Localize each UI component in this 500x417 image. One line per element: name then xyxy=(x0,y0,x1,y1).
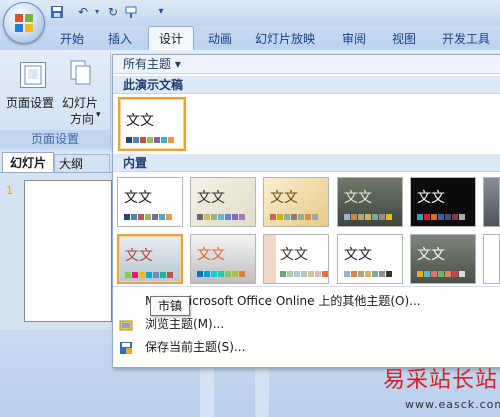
theme-equity-partial[interactable] xyxy=(483,177,500,227)
menu-browse-themes[interactable]: 浏览主题(M)... xyxy=(113,313,500,336)
theme-civic[interactable]: 文文 xyxy=(337,177,403,227)
customize-qat-icon[interactable]: ▾ xyxy=(154,5,168,19)
menu-save-theme[interactable]: 保存当前主题(S)... xyxy=(113,336,500,359)
slide-orientation-label-2[interactable]: 方向 xyxy=(70,110,94,127)
office-logo-icon xyxy=(15,14,33,32)
menu-save-label: 保存当前主题(S)... xyxy=(145,340,246,354)
menu-browse-label: 浏览主题(M)... xyxy=(145,317,225,331)
page-setup-icon[interactable] xyxy=(20,62,46,88)
background-decoration xyxy=(200,360,214,417)
background-decoration xyxy=(255,360,269,417)
section-this-presentation: 此演示文稿 xyxy=(113,76,500,94)
tab-outline[interactable]: 大纲 xyxy=(54,154,110,172)
theme-median[interactable]: 文文 xyxy=(337,234,403,284)
theme-concourse[interactable]: 文文 xyxy=(410,177,476,227)
tab-design[interactable]: 设计 xyxy=(157,28,185,50)
redo-icon[interactable]: ↻ xyxy=(106,5,120,19)
theme-tooltip: 市镇 xyxy=(150,296,190,316)
undo-dropdown-icon[interactable]: ▾ xyxy=(90,5,104,19)
page-setup-button[interactable]: 页面设置 xyxy=(6,94,54,111)
theme-current[interactable]: 文文 xyxy=(118,97,186,151)
office-button[interactable] xyxy=(3,2,45,44)
all-themes-filter[interactable]: 所有主题 ▾ xyxy=(113,55,500,74)
watermark-url: www.easck.com xyxy=(405,398,500,411)
theme-opulent-partial[interactable] xyxy=(483,234,500,284)
tab-insert[interactable]: 插入 xyxy=(106,28,134,50)
undo-icon[interactable]: ↶ xyxy=(76,5,90,19)
theme-module[interactable]: 文文 xyxy=(410,234,476,284)
slide-number: 1 xyxy=(6,184,13,197)
theme-metro[interactable]: 文文 xyxy=(117,234,183,284)
tab-view[interactable]: 视图 xyxy=(390,28,418,50)
save-icon[interactable] xyxy=(50,5,64,19)
tab-slides[interactable]: 幻灯片 xyxy=(2,152,54,173)
theme-aspect[interactable]: 文文 xyxy=(263,177,329,227)
title-bar xyxy=(0,0,500,27)
orientation-dropdown-icon[interactable]: ▾ xyxy=(96,110,101,120)
menu-separator xyxy=(113,286,500,287)
tab-review[interactable]: 审阅 xyxy=(340,28,368,50)
section-builtin: 内置 xyxy=(113,154,500,172)
page-setup-group-label: 页面设置 xyxy=(0,130,110,148)
browse-folder-icon xyxy=(119,317,133,331)
format-painter-icon[interactable] xyxy=(124,5,138,19)
save-theme-icon xyxy=(119,340,133,354)
slide-orientation-icon[interactable] xyxy=(70,60,92,86)
theme-swatches xyxy=(126,137,175,143)
theme-flow[interactable]: 文文 xyxy=(190,234,256,284)
slide-thumbnail[interactable] xyxy=(24,180,112,322)
tab-animations[interactable]: 动画 xyxy=(206,28,234,50)
theme-sample-text: 文文 xyxy=(126,113,154,129)
theme-office[interactable]: 文文 xyxy=(117,177,183,227)
tab-developer[interactable]: 开发工具 xyxy=(440,28,492,50)
watermark-logo-text: 易采站长站 xyxy=(383,368,499,393)
slide-orientation-label[interactable]: 幻灯片 xyxy=(62,94,98,111)
theme-apex[interactable]: 文文 xyxy=(190,177,256,227)
tab-home[interactable]: 开始 xyxy=(58,28,86,50)
theme-foundry[interactable]: 文文 xyxy=(263,234,329,284)
tab-slideshow[interactable]: 幻灯片放映 xyxy=(253,28,317,50)
